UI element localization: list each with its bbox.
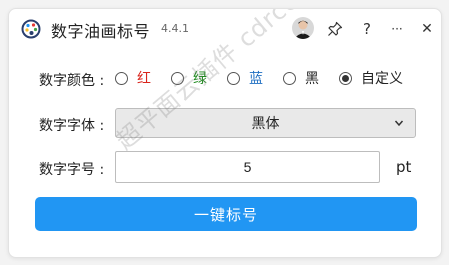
radio-circle — [171, 71, 184, 85]
label-all-button[interactable]: 一键标号 — [35, 197, 417, 231]
color-label: 数字颜色 : — [39, 73, 105, 89]
font-select[interactable]: 黑体 — [115, 108, 416, 138]
size-input[interactable] — [115, 151, 380, 183]
radio-label: 绿 — [193, 71, 207, 87]
size-unit: pt — [396, 158, 412, 176]
radio-blue[interactable]: 蓝 — [227, 68, 263, 88]
radio-circle — [283, 71, 296, 85]
title-bar: 数字油画标号 4.4.1 ? ··· ✕ — [9, 9, 441, 49]
app-version: 4.4.1 — [161, 22, 189, 35]
app-title: 数字油画标号 — [51, 22, 151, 41]
help-button[interactable]: ? — [355, 17, 379, 41]
radio-custom[interactable]: 自定义 — [339, 68, 403, 88]
pin-icon — [328, 21, 343, 36]
radio-label: 自定义 — [361, 71, 403, 87]
app-window: 数字油画标号 4.4.1 ? ··· ✕ 数字颜色 : 红 绿 蓝 黑 自定义 … — [8, 8, 442, 258]
avatar-image — [292, 17, 314, 39]
font-label: 数字字体 : — [39, 118, 105, 134]
radio-label: 蓝 — [249, 71, 263, 87]
radio-black[interactable]: 黑 — [283, 68, 319, 88]
radio-label: 红 — [137, 71, 151, 87]
radio-red[interactable]: 红 — [115, 68, 151, 88]
radio-green[interactable]: 绿 — [171, 68, 207, 88]
color-radio-group: 红 绿 蓝 黑 自定义 — [115, 67, 403, 89]
user-avatar[interactable] — [292, 17, 314, 39]
radio-circle — [115, 71, 128, 85]
pin-button[interactable] — [323, 17, 347, 41]
radio-circle-selected — [339, 71, 352, 85]
palette-icon — [21, 19, 41, 39]
more-button[interactable]: ··· — [385, 17, 409, 41]
chevron-down-icon — [394, 120, 404, 127]
radio-label: 黑 — [305, 71, 319, 87]
radio-circle — [227, 71, 240, 85]
size-label: 数字字号 : — [39, 162, 105, 178]
close-button[interactable]: ✕ — [415, 17, 439, 41]
radio-dot — [342, 74, 349, 82]
font-select-value: 黑体 — [251, 116, 280, 132]
